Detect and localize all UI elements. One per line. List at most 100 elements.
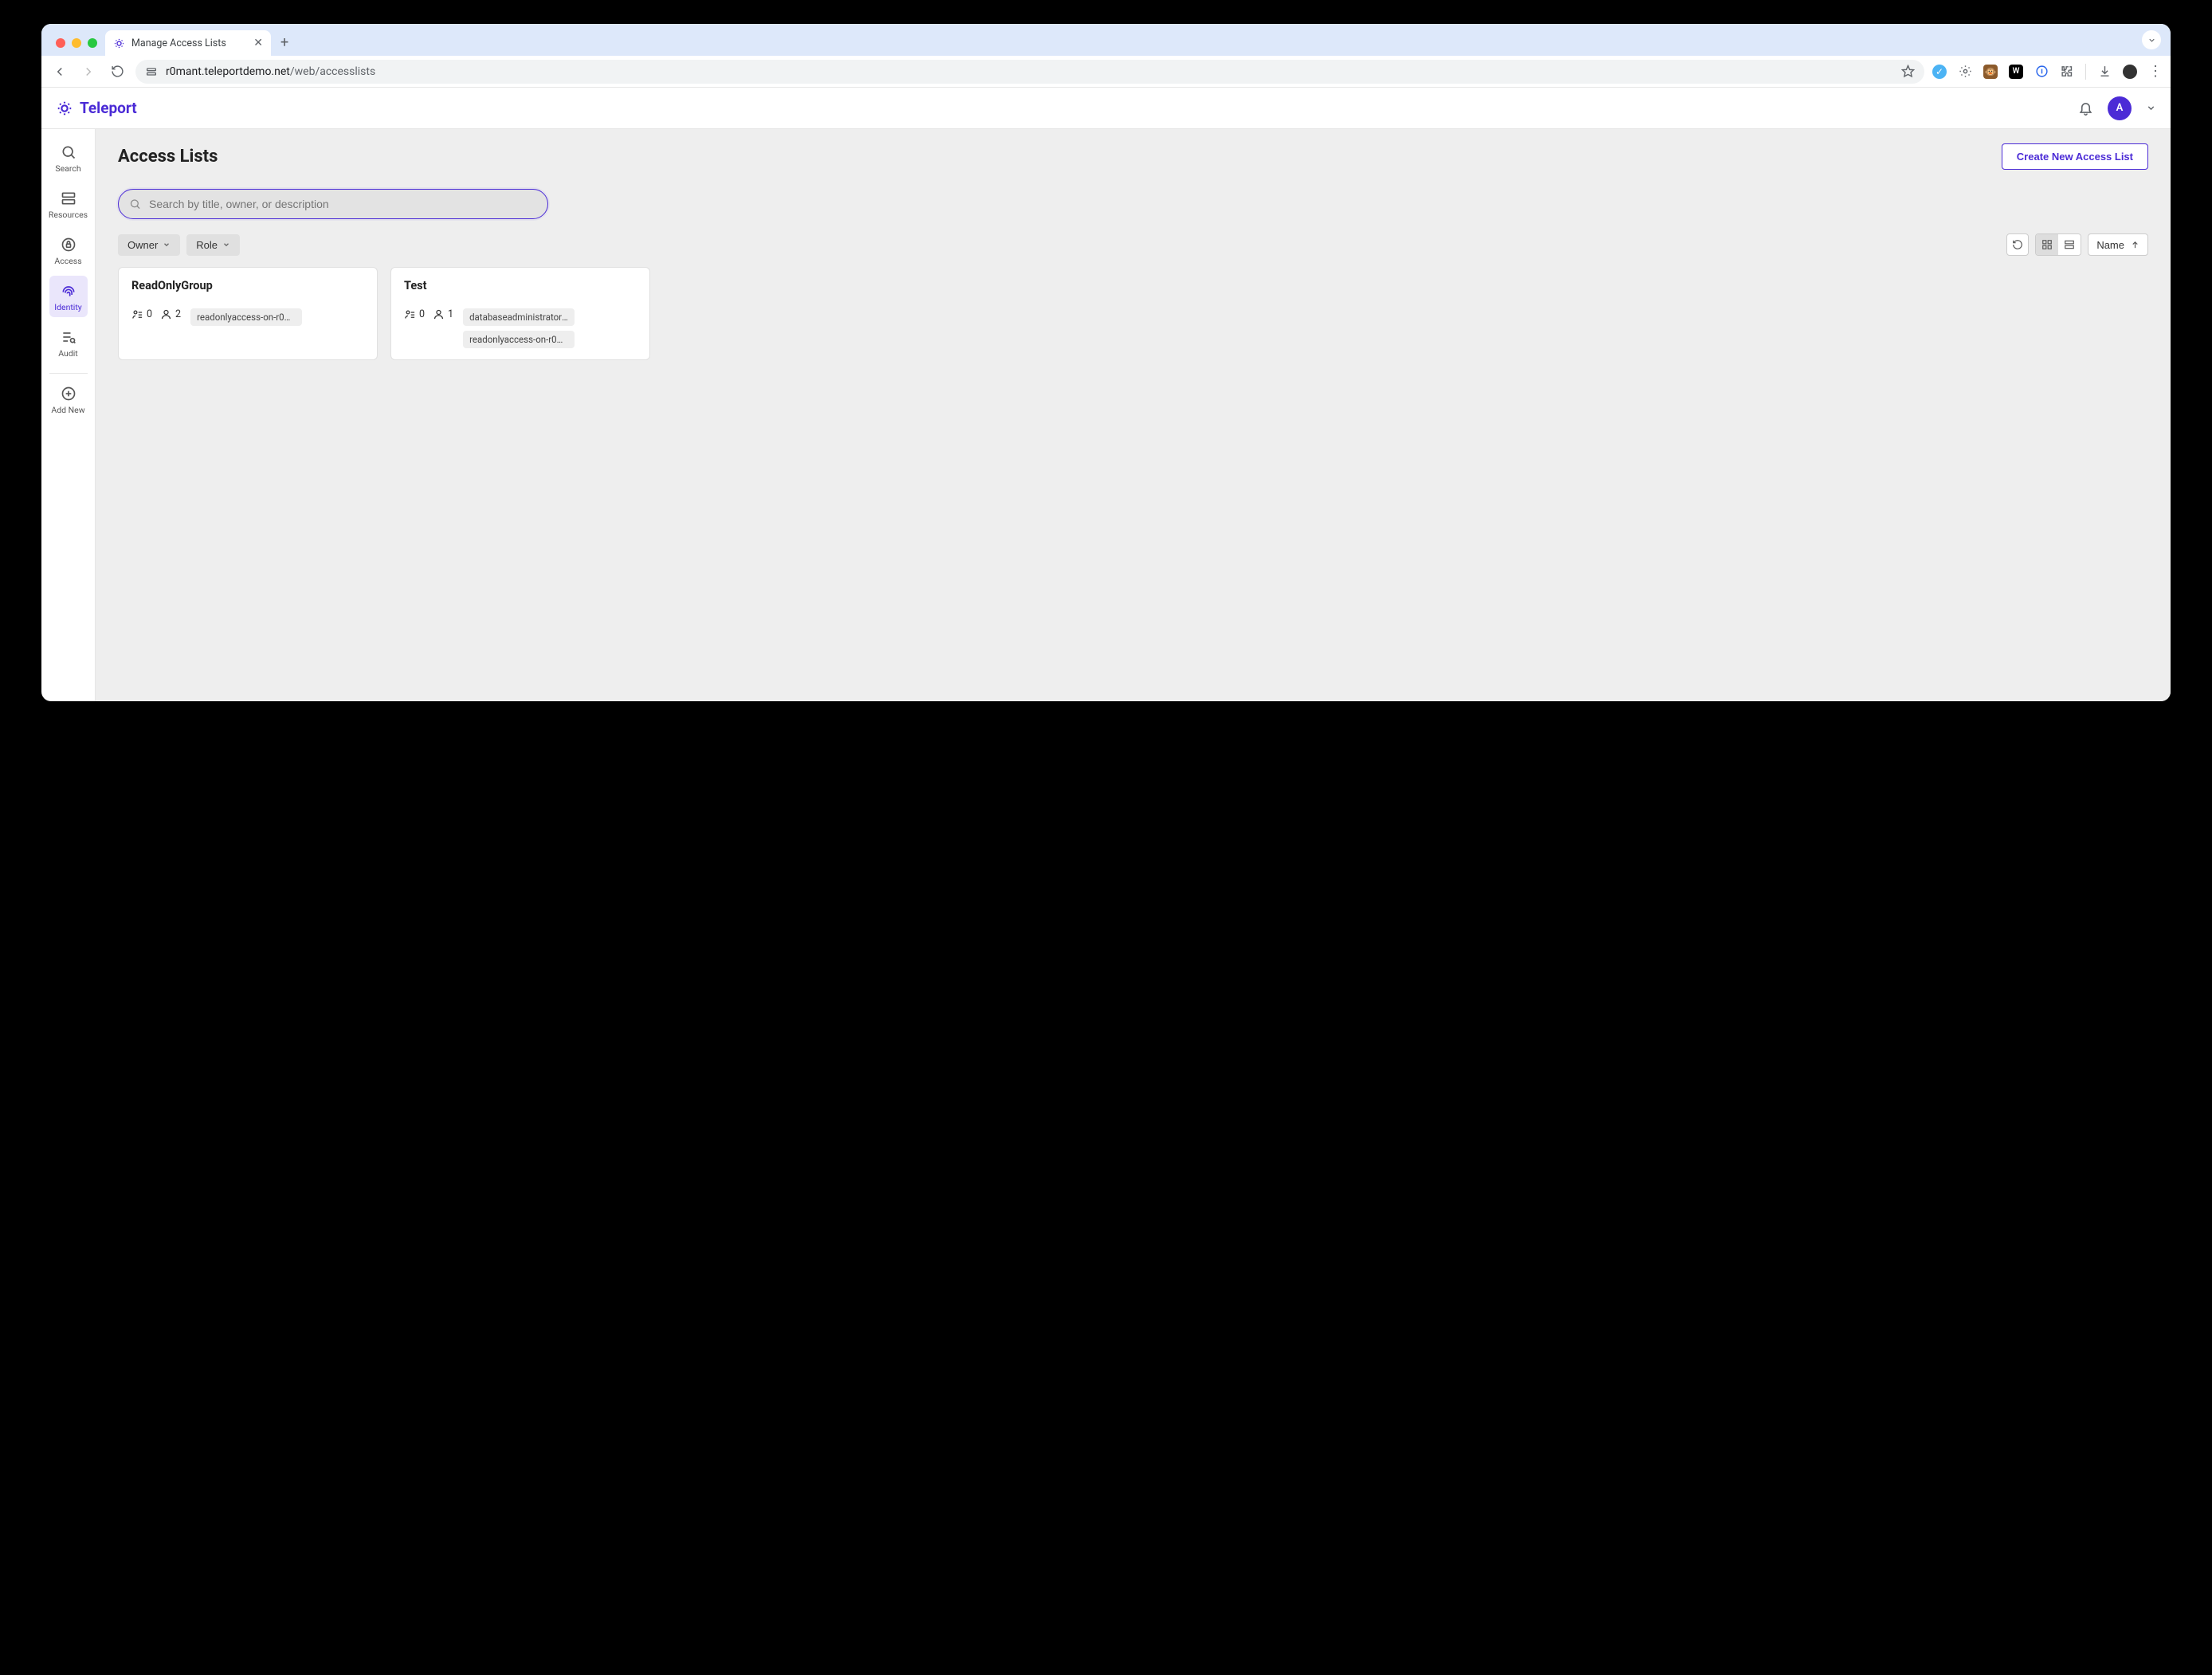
sidebar-item-label: Search — [55, 163, 80, 174]
sidebar-item-label: Add New — [51, 405, 84, 415]
refresh-button[interactable] — [2006, 233, 2029, 256]
sidebar-item-label: Audit — [58, 348, 78, 359]
view-controls: Name — [2006, 233, 2148, 256]
extension-1password-icon[interactable] — [2034, 65, 2049, 79]
user-count: 2 — [160, 308, 181, 320]
group-count: 0 — [131, 308, 152, 320]
back-button[interactable] — [49, 61, 70, 82]
extension-icons: ✓ 🐵 W ⋮ — [1932, 64, 2163, 80]
search-section — [118, 189, 2148, 219]
site-info-icon[interactable] — [145, 65, 158, 78]
url-bar[interactable]: r0mant.teleportdemo.net/web/accesslists — [135, 60, 1924, 84]
browser-window: Manage Access Lists ✕ + r0mant.teleportd… — [41, 24, 2171, 701]
card-title: ReadOnlyGroup — [131, 279, 364, 292]
sidebar-item-identity[interactable]: Identity — [49, 276, 88, 317]
chrome-menu-icon[interactable]: ⋮ — [2148, 65, 2163, 79]
list-view-button[interactable] — [2058, 234, 2081, 255]
sort-button[interactable]: Name — [2088, 233, 2148, 256]
filter-label: Role — [196, 239, 218, 251]
access-list-card[interactable]: ReadOnlyGroup 0 2 — [118, 267, 378, 360]
page-header: Access Lists Create New Access List — [118, 143, 2148, 170]
window-controls — [51, 38, 105, 56]
lock-icon — [60, 236, 77, 253]
card-tags: databaseadministrator-on-r0… readonlyacc… — [463, 308, 637, 348]
role-tag: databaseadministrator-on-r0… — [463, 308, 575, 326]
filter-owner-button[interactable]: Owner — [118, 234, 180, 256]
role-tag: readonlyaccess-on-r0mant — [190, 308, 302, 326]
sidebar: Search Resources Access Identity Audit — [41, 129, 96, 701]
user-avatar-button[interactable]: A — [2108, 96, 2132, 120]
filter-group: Owner Role — [118, 234, 240, 256]
app-header: Teleport A — [41, 88, 2171, 129]
sidebar-item-label: Identity — [54, 302, 82, 312]
group-icon — [404, 308, 416, 320]
profile-avatar-icon[interactable] — [2123, 65, 2137, 79]
header-actions: A — [2078, 96, 2156, 120]
create-access-list-button[interactable]: Create New Access List — [2002, 143, 2148, 170]
notifications-icon[interactable] — [2078, 100, 2093, 116]
card-title: Test — [404, 279, 637, 292]
group-count-value: 0 — [419, 308, 425, 320]
close-tab-icon[interactable]: ✕ — [253, 37, 263, 49]
sidebar-item-audit[interactable]: Audit — [49, 322, 88, 363]
maximize-window-icon[interactable] — [88, 38, 97, 48]
sort-label: Name — [2096, 239, 2124, 251]
filter-role-button[interactable]: Role — [186, 234, 240, 256]
sidebar-item-search[interactable]: Search — [49, 137, 88, 178]
extension-icon-3[interactable]: 🐵 — [1983, 65, 1998, 79]
audit-icon — [60, 328, 77, 346]
app-body: Search Resources Access Identity Audit — [41, 129, 2171, 701]
close-window-icon[interactable] — [56, 38, 65, 48]
card-body: 0 1 databaseadministrator-on-r0… readonl… — [404, 308, 637, 348]
search-input[interactable] — [118, 189, 548, 219]
user-icon — [160, 308, 172, 320]
view-toggle — [2035, 233, 2081, 256]
tabs-dropdown-button[interactable] — [2142, 30, 2161, 49]
card-stats: 0 2 — [131, 308, 181, 320]
teleport-logo-icon — [56, 100, 73, 117]
chevron-down-icon — [163, 241, 171, 249]
group-count-value: 0 — [147, 308, 152, 320]
extension-icon-1[interactable]: ✓ — [1932, 65, 1947, 79]
group-count: 0 — [404, 308, 425, 320]
role-tag: readonlyaccess-on-r0mant — [463, 331, 575, 348]
new-tab-button[interactable]: + — [271, 34, 298, 56]
chevron-down-icon — [222, 241, 230, 249]
filter-label: Owner — [127, 239, 158, 251]
user-count-value: 2 — [175, 308, 181, 320]
user-menu-chevron-icon[interactable] — [2146, 103, 2156, 113]
sidebar-separator — [49, 373, 88, 374]
user-count-value: 1 — [448, 308, 453, 320]
reload-button[interactable] — [107, 61, 127, 82]
forward-button[interactable] — [78, 61, 99, 82]
sidebar-item-access[interactable]: Access — [49, 229, 88, 271]
app: Teleport A Search — [41, 88, 2171, 701]
minimize-window-icon[interactable] — [72, 38, 81, 48]
group-icon — [131, 308, 143, 320]
sidebar-item-resources[interactable]: Resources — [49, 183, 88, 225]
browser-toolbar: r0mant.teleportdemo.net/web/accesslists … — [41, 56, 2171, 88]
page-title: Access Lists — [118, 147, 218, 167]
sidebar-item-add-new[interactable]: Add New — [49, 379, 88, 420]
access-list-card[interactable]: Test 0 1 — [390, 267, 650, 360]
resources-icon — [60, 190, 77, 207]
card-stats: 0 1 — [404, 308, 453, 320]
avatar-letter: A — [2116, 102, 2124, 114]
downloads-icon[interactable] — [2097, 65, 2112, 79]
plus-circle-icon — [60, 385, 77, 402]
brand-logo[interactable]: Teleport — [56, 99, 137, 117]
extension-icon-4[interactable]: W — [2009, 65, 2023, 79]
extension-gear-icon[interactable] — [1958, 65, 1972, 79]
bookmark-icon[interactable] — [1901, 65, 1915, 78]
extensions-puzzle-icon[interactable] — [2060, 65, 2074, 79]
browser-tab[interactable]: Manage Access Lists ✕ — [105, 30, 271, 56]
sort-direction-icon — [2131, 241, 2139, 249]
user-count: 1 — [433, 308, 453, 320]
tab-strip: Manage Access Lists ✕ + — [41, 24, 2171, 56]
grid-view-button[interactable] — [2036, 234, 2058, 255]
tab-title: Manage Access Lists — [131, 37, 226, 49]
cards-grid: ReadOnlyGroup 0 2 — [118, 267, 2148, 360]
url-text: r0mant.teleportdemo.net/web/accesslists — [166, 65, 375, 78]
separator — [2085, 64, 2086, 80]
sidebar-item-label: Access — [54, 256, 81, 266]
